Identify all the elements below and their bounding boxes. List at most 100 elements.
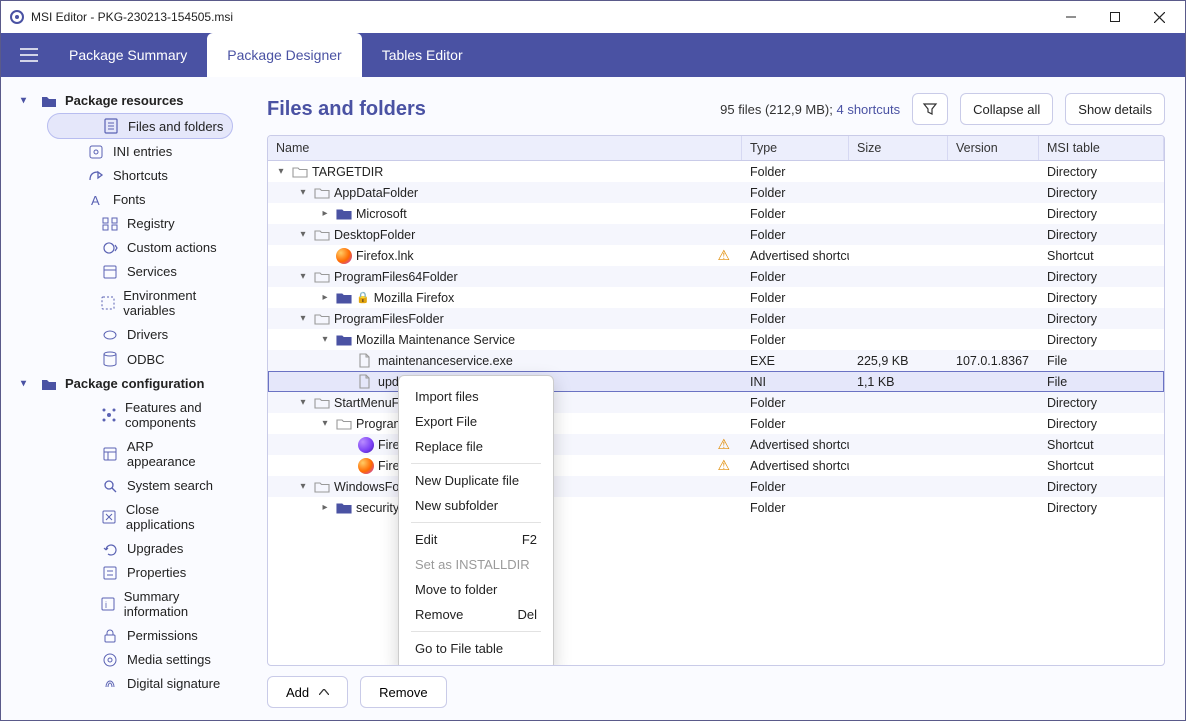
sidebar-item-registry[interactable]: Registry — [47, 212, 233, 235]
stats-label: 95 files (212,9 MB); 4 shortcuts — [720, 102, 900, 117]
cell-version: 107.0.1.8367 — [948, 354, 1039, 368]
collapse-icon[interactable]: ▾ — [318, 334, 332, 345]
folder-icon — [41, 377, 59, 391]
row-name-label: ProgramFilesFolder — [334, 312, 444, 326]
collapse-icon[interactable]: ▾ — [318, 418, 332, 429]
sidebar-item-custom[interactable]: Custom actions — [47, 236, 233, 259]
expand-icon: ▸ — [340, 460, 354, 471]
table-row[interactable]: ▾Mozilla Maintenance ServiceFolderDirect… — [268, 329, 1164, 350]
sidebar-item-shortcuts[interactable]: Shortcuts — [67, 164, 233, 187]
menu-new-subfolder[interactable]: New subfolder — [403, 493, 549, 518]
folder-icon — [292, 165, 308, 178]
collapse-icon[interactable]: ▾ — [296, 187, 310, 198]
menu-move-to-folder[interactable]: Move to folder — [403, 577, 549, 602]
sidebar-item-media[interactable]: Media settings — [47, 648, 233, 671]
sidebar-item-files[interactable]: Files and folders — [47, 113, 233, 139]
row-name-label: Mozilla Maintenance Service — [356, 333, 515, 347]
sidebar-item-drivers[interactable]: Drivers — [47, 323, 233, 346]
table-row[interactable]: ▸maintenanceservice.exeEXE225,9 KB107.0.… — [268, 350, 1164, 371]
menu-replace-file[interactable]: Replace file — [403, 434, 549, 459]
menu-import-files[interactable]: Import files — [403, 384, 549, 409]
table-row[interactable]: ▸MicrosoftFolderDirectory — [268, 203, 1164, 224]
sidebar-item-summary[interactable]: iSummary information — [47, 585, 233, 623]
sidebar-item-env[interactable]: Environment variables — [47, 284, 233, 322]
col-version[interactable]: Version — [948, 136, 1039, 160]
row-name-label: ProgramFiles64Folder — [334, 270, 458, 284]
table-row[interactable]: ▸Firefox.lnk⚠Advertised shortcutShortcut — [268, 245, 1164, 266]
firefox-private-icon — [358, 437, 374, 453]
collapse-icon[interactable]: ▾ — [296, 229, 310, 240]
tab-package-summary[interactable]: Package Summary — [49, 33, 207, 77]
collapse-icon[interactable]: ▾ — [296, 397, 310, 408]
sidebar-item-label: Upgrades — [127, 541, 183, 556]
context-menu: Import files Export File Replace file Ne… — [398, 375, 554, 666]
collapse-icon[interactable]: ▾ — [274, 166, 288, 177]
sidebar-group-resources[interactable]: ▾ Package resources — [1, 89, 243, 112]
collapse-all-button[interactable]: Collapse all — [960, 93, 1053, 125]
sidebar-item-ini[interactable]: INI entries — [67, 140, 233, 163]
folder-icon — [41, 94, 59, 108]
remove-button[interactable]: Remove — [360, 676, 446, 708]
sidebar-item-features[interactable]: Features and components — [47, 396, 233, 434]
shortcut-key: Del — [517, 607, 537, 622]
table-row[interactable]: ▾ProgramFiles64FolderFolderDirectory — [268, 266, 1164, 287]
sidebar-item-search[interactable]: System search — [47, 474, 233, 497]
show-details-button[interactable]: Show details — [1065, 93, 1165, 125]
sidebar-item-perms[interactable]: Permissions — [47, 624, 233, 647]
col-name[interactable]: Name — [268, 136, 742, 160]
sidebar-group-config[interactable]: ▾ Package configuration — [1, 372, 243, 395]
menu-button[interactable] — [9, 33, 49, 77]
sidebar-item-services[interactable]: Services — [47, 260, 233, 283]
filter-button[interactable] — [912, 93, 948, 125]
menu-goto-file-table[interactable]: Go to File table — [403, 636, 549, 661]
cell-size: 1,1 KB — [849, 375, 948, 389]
folder-icon — [336, 207, 352, 220]
maximize-button[interactable] — [1093, 1, 1137, 33]
table-row[interactable]: ▾ProgramFilesFolderFolderDirectory — [268, 308, 1164, 329]
ribbon: Package Summary Package Designer Tables … — [1, 33, 1185, 77]
sidebar-item-odbc[interactable]: ODBC — [47, 347, 233, 371]
cell-size: 225,9 KB — [849, 354, 948, 368]
row-name-label: Firefox.lnk — [356, 249, 414, 263]
folder-icon — [314, 312, 330, 325]
expand-icon[interactable]: ▸ — [318, 208, 332, 219]
table-row[interactable]: ▾AppDataFolderFolderDirectory — [268, 182, 1164, 203]
expand-icon[interactable]: ▸ — [318, 502, 332, 513]
search-icon — [101, 479, 119, 493]
sidebar-item-fonts[interactable]: AFonts — [67, 188, 233, 211]
cell-msi-table: Directory — [1039, 396, 1164, 410]
sidebar-item-close[interactable]: Close applications — [47, 498, 233, 536]
collapse-icon[interactable]: ▾ — [296, 271, 310, 282]
tab-package-designer[interactable]: Package Designer — [207, 33, 361, 77]
row-name-label: TARGETDIR — [312, 165, 383, 179]
collapse-icon[interactable]: ▾ — [296, 313, 310, 324]
tab-tables-editor[interactable]: Tables Editor — [362, 33, 483, 77]
col-size[interactable]: Size — [849, 136, 948, 160]
cell-msi-table: Directory — [1039, 291, 1164, 305]
menu-remove[interactable]: RemoveDel — [403, 602, 549, 627]
sidebar-item-label: INI entries — [113, 144, 172, 159]
firefox-icon — [336, 248, 352, 264]
sidebar-item-label: ODBC — [127, 352, 165, 367]
add-button[interactable]: Add — [267, 676, 348, 708]
sidebar-item-upgrades[interactable]: Upgrades — [47, 537, 233, 560]
folder-icon — [314, 270, 330, 283]
shortcuts-link[interactable]: 4 shortcuts — [836, 102, 900, 117]
table-row[interactable]: ▾DesktopFolderFolderDirectory — [268, 224, 1164, 245]
sidebar-item-arp[interactable]: ARP appearance — [47, 435, 233, 473]
col-msi-table[interactable]: MSI table — [1039, 136, 1164, 160]
sidebar-item-sig[interactable]: Digital signature — [47, 672, 233, 695]
sidebar-item-props[interactable]: Properties — [47, 561, 233, 584]
expand-icon[interactable]: ▸ — [318, 292, 332, 303]
media-icon — [101, 653, 119, 667]
table-row[interactable]: ▾TARGETDIRFolderDirectory — [268, 161, 1164, 182]
collapse-icon[interactable]: ▾ — [296, 481, 310, 492]
menu-new-duplicate[interactable]: New Duplicate file — [403, 468, 549, 493]
minimize-button[interactable] — [1049, 1, 1093, 33]
menu-export-file[interactable]: Export File — [403, 409, 549, 434]
expand-icon: ▸ — [318, 250, 332, 261]
close-button[interactable] — [1137, 1, 1181, 33]
menu-edit[interactable]: EditF2 — [403, 527, 549, 552]
table-row[interactable]: ▸🔒Mozilla FirefoxFolderDirectory — [268, 287, 1164, 308]
col-type[interactable]: Type — [742, 136, 849, 160]
